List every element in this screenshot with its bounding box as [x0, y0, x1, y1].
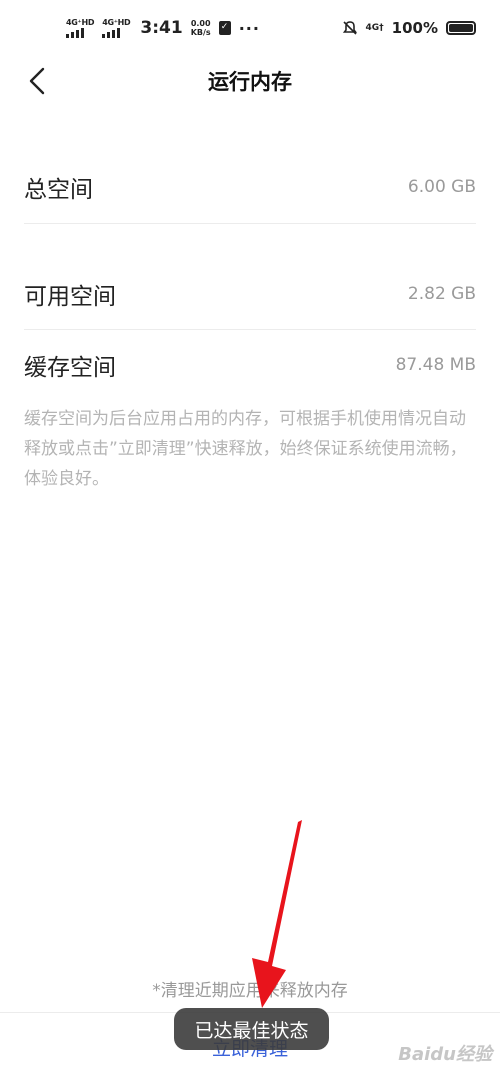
available-space-value: 2.82 GB	[407, 283, 476, 304]
bell-muted-icon	[342, 21, 357, 35]
clock: 3:41	[140, 18, 183, 38]
battery-percent: 100%	[391, 19, 438, 37]
chevron-left-icon	[29, 67, 45, 95]
status-bar: 4G⁺HD 4G⁺HD 3:41 0.00 KB/s ··· 4G† 100%	[0, 0, 500, 56]
available-space-label: 可用空间	[24, 283, 116, 310]
sim1-signal-icon: 4G⁺HD	[66, 17, 95, 38]
status-right: 4G† 100%	[342, 19, 476, 37]
more-notifications-icon: ···	[238, 18, 260, 38]
total-space-value: 6.00 GB	[407, 176, 476, 197]
watermark-logo: Baidu经验	[398, 1044, 492, 1065]
speed-unit: KB/s	[190, 28, 211, 37]
sim1-label: 4G⁺HD	[66, 17, 95, 27]
speed-value: 0.00	[190, 19, 211, 28]
total-space-label: 总空间	[24, 176, 93, 203]
back-button[interactable]	[22, 66, 52, 96]
cache-space-value: 87.48 MB	[395, 355, 476, 375]
cache-space-row: 缓存空间 87.48 MB	[24, 330, 476, 400]
clean-hint: *清理近期应用来释放内存	[152, 981, 348, 1001]
total-space-row: 总空间 6.00 GB	[24, 150, 476, 224]
page-header: 运行内存	[0, 56, 500, 106]
sim2-label: 4G⁺HD	[102, 17, 131, 27]
cellular-4g-icon: 4G†	[365, 22, 384, 33]
net-label: 4G†	[365, 22, 384, 33]
toast-message: 已达最佳状态	[174, 1008, 329, 1050]
page-title: 运行内存	[208, 70, 292, 94]
status-left: 4G⁺HD 4G⁺HD 3:41 0.00 KB/s ···	[66, 18, 260, 38]
available-space-row: 可用空间 2.82 GB	[24, 258, 476, 330]
cache-description: 缓存空间为后台应用占用的内存，可根据手机使用情况自动释放或点击”立即清理”快速释…	[24, 409, 467, 489]
check-clipboard-icon	[218, 21, 231, 35]
cache-space-label: 缓存空间	[24, 355, 116, 381]
sim2-signal-icon: 4G⁺HD	[102, 17, 131, 38]
battery-icon	[446, 21, 476, 35]
network-speed: 0.00 KB/s	[191, 19, 211, 37]
